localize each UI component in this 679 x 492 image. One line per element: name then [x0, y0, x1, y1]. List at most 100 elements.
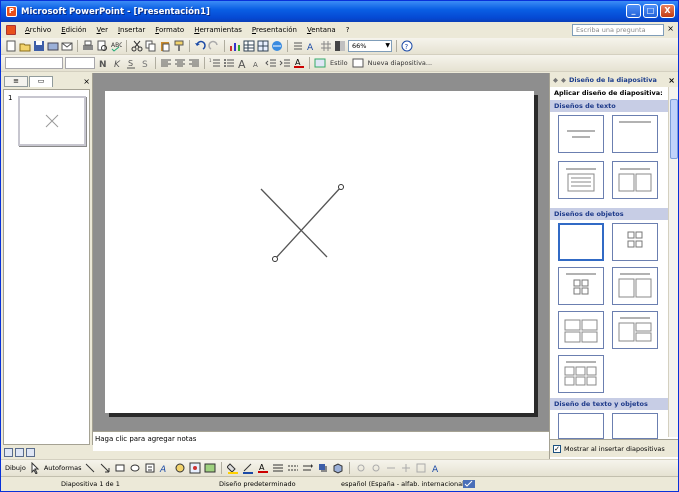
- numbering-icon[interactable]: 1: [209, 57, 221, 69]
- picture-icon[interactable]: [204, 462, 216, 474]
- powerpoint-app-icon[interactable]: P: [6, 6, 17, 17]
- clip-art-icon[interactable]: [189, 462, 201, 474]
- layout-title-content[interactable]: [558, 267, 604, 305]
- line-handle[interactable]: [338, 184, 344, 190]
- shadow-icon[interactable]: S: [139, 57, 151, 69]
- forward-icon[interactable]: ◆: [561, 76, 566, 84]
- diagram-icon[interactable]: [174, 462, 186, 474]
- align-left-icon[interactable]: [160, 57, 172, 69]
- research-icon[interactable]: A: [430, 462, 442, 474]
- maximize-button[interactable]: □: [643, 4, 658, 18]
- expand-all-icon[interactable]: [292, 40, 304, 52]
- line-style-icon[interactable]: [272, 462, 284, 474]
- menu-formato[interactable]: Formato: [150, 26, 189, 34]
- new-icon[interactable]: [5, 40, 17, 52]
- zoom-select[interactable]: 66% ▼: [348, 40, 392, 52]
- copy-icon[interactable]: [145, 40, 157, 52]
- insert-hyperlink-icon[interactable]: [271, 40, 283, 52]
- layout-four-content[interactable]: [558, 311, 604, 349]
- font-size-select[interactable]: [65, 57, 95, 69]
- menu-help[interactable]: ?: [341, 26, 355, 34]
- new-slide-button-label[interactable]: Nueva diapositiva...: [366, 59, 434, 67]
- notes-pane[interactable]: Haga clic para agregar notas: [93, 431, 549, 451]
- italic-icon[interactable]: K: [111, 57, 123, 69]
- slide-sorter-view-button[interactable]: [15, 447, 24, 457]
- tab-outline[interactable]: ≡: [4, 76, 28, 87]
- insert-chart-icon[interactable]: [229, 40, 241, 52]
- task-pane-scrollbar[interactable]: [668, 87, 678, 437]
- increase-indent-icon[interactable]: [279, 57, 291, 69]
- layout-title-only[interactable]: [612, 115, 658, 153]
- menu-edicion[interactable]: Edición: [56, 26, 91, 34]
- help-icon[interactable]: ?: [401, 40, 413, 52]
- wordart-icon[interactable]: A: [159, 462, 171, 474]
- close-task-pane-icon[interactable]: ×: [668, 76, 678, 85]
- scrollbar-thumb[interactable]: [670, 99, 678, 159]
- insert-table-icon[interactable]: [243, 40, 255, 52]
- font-name-select[interactable]: [5, 57, 63, 69]
- layout-blank[interactable]: [558, 223, 604, 261]
- font-color-icon[interactable]: A: [293, 57, 305, 69]
- layout-content-text[interactable]: [612, 413, 658, 439]
- menu-presentacion[interactable]: Presentación: [247, 26, 302, 34]
- show-on-insert-label[interactable]: Mostrar al insertar diapositivas: [564, 445, 665, 453]
- slide-canvas[interactable]: [105, 91, 534, 413]
- spelling-status-icon[interactable]: [463, 479, 475, 489]
- 3d-style-icon[interactable]: [332, 462, 344, 474]
- line-handle[interactable]: [272, 256, 278, 262]
- arrow-icon[interactable]: [99, 462, 111, 474]
- menu-ver[interactable]: Ver: [92, 26, 113, 34]
- show-formatting-icon[interactable]: A: [306, 40, 318, 52]
- close-button[interactable]: X: [660, 4, 675, 18]
- menu-ventana[interactable]: Ventana: [302, 26, 341, 34]
- grayscale-icon[interactable]: [334, 40, 346, 52]
- font-color-draw-icon[interactable]: A: [257, 462, 269, 474]
- align-right-icon[interactable]: [188, 57, 200, 69]
- menu-archivo[interactable]: Archivo: [20, 26, 56, 34]
- task-pane-title[interactable]: Diseño de la diapositiva: [569, 76, 657, 84]
- tab-slides[interactable]: ▭: [29, 76, 53, 87]
- design-button-label[interactable]: Estilo: [328, 59, 350, 67]
- layout-title-two-content[interactable]: [612, 267, 658, 305]
- undo-icon[interactable]: [194, 40, 206, 52]
- shadow-style-icon[interactable]: [317, 462, 329, 474]
- print-icon[interactable]: [82, 40, 94, 52]
- line-color-icon[interactable]: [242, 462, 254, 474]
- menu-insertar[interactable]: Insertar: [113, 26, 150, 34]
- save-icon[interactable]: [33, 40, 45, 52]
- select-objects-icon[interactable]: [29, 462, 41, 474]
- rectangle-icon[interactable]: [114, 462, 126, 474]
- show-on-insert-checkbox[interactable]: ✓: [553, 444, 561, 453]
- design-icon[interactable]: [314, 57, 326, 69]
- cut-icon[interactable]: [131, 40, 143, 52]
- layout-text-content[interactable]: [558, 413, 604, 439]
- permission-icon[interactable]: [47, 40, 59, 52]
- layout-title-text[interactable]: [558, 161, 604, 199]
- slide-show-button[interactable]: [26, 447, 35, 457]
- print-preview-icon[interactable]: [96, 40, 108, 52]
- new-slide-icon[interactable]: [352, 57, 364, 69]
- bullets-icon[interactable]: [223, 57, 235, 69]
- close-pane-icon[interactable]: ×: [83, 77, 90, 86]
- layout-two-columns[interactable]: [612, 161, 658, 199]
- dash-style-icon[interactable]: [287, 462, 299, 474]
- grid-icon[interactable]: [320, 40, 332, 52]
- normal-view-button[interactable]: [4, 447, 13, 457]
- arrow-style-icon[interactable]: [302, 462, 314, 474]
- layout-content-over-content[interactable]: [612, 311, 658, 349]
- minimize-button[interactable]: _: [626, 4, 641, 18]
- decrease-indent-icon[interactable]: [265, 57, 277, 69]
- bold-icon[interactable]: N: [97, 57, 109, 69]
- back-icon[interactable]: ◆: [553, 76, 558, 84]
- fill-color-icon[interactable]: [227, 462, 239, 474]
- layout-title-four-content[interactable]: [558, 355, 604, 393]
- tables-borders-icon[interactable]: [257, 40, 269, 52]
- spelling-icon[interactable]: ABC: [110, 40, 122, 52]
- open-icon[interactable]: [19, 40, 31, 52]
- close-document-icon[interactable]: ×: [667, 24, 674, 33]
- increase-font-icon[interactable]: A: [237, 57, 249, 69]
- text-box-icon[interactable]: [144, 462, 156, 474]
- redo-icon[interactable]: [208, 40, 220, 52]
- email-icon[interactable]: [61, 40, 73, 52]
- autoshapes-menu-button[interactable]: Autoformas: [44, 464, 82, 472]
